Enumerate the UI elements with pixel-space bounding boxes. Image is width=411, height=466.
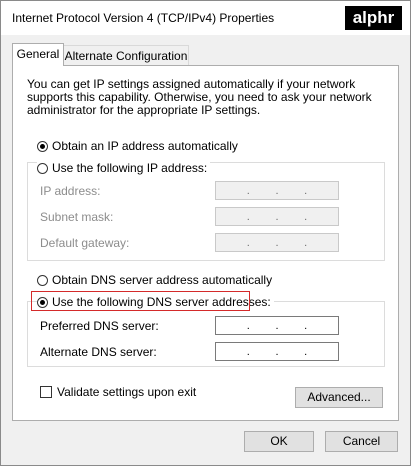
advanced-button[interactable]: Advanced... (295, 387, 383, 408)
radio-unselected-icon (37, 274, 48, 286)
validate-settings-checkbox[interactable]: Validate settings upon exit (40, 385, 196, 399)
ip-address-field: ... (215, 181, 339, 200)
ip-dot: . (246, 236, 250, 249)
subnet-mask-field: ... (215, 207, 339, 226)
alternate-dns-label: Alternate DNS server: (40, 345, 157, 359)
window-title: Internet Protocol Version 4 (TCP/IPv4) P… (12, 11, 275, 25)
radio-selected-icon (37, 140, 48, 152)
ip-address-label: IP address: (40, 184, 101, 198)
default-gateway-label: Default gateway: (40, 236, 130, 250)
ip-dot: . (275, 319, 279, 332)
description-text: You can get IP settings assigned automat… (27, 77, 372, 117)
ip-dot: . (304, 184, 308, 197)
ip-dot: . (304, 236, 308, 249)
ip-dot: . (304, 345, 308, 358)
ip-dot: . (246, 184, 250, 197)
ip-dot: . (304, 319, 308, 332)
radio-unselected-icon (37, 162, 48, 174)
cancel-button[interactable]: Cancel (325, 431, 398, 452)
title-bar[interactable]: Internet Protocol Version 4 (TCP/IPv4) P… (1, 1, 410, 35)
ip-dot: . (246, 210, 250, 223)
ip-dot: . (246, 319, 250, 332)
ip-dot: . (275, 210, 279, 223)
use-following-ip-radio[interactable]: Use the following IP address: (37, 161, 211, 175)
obtain-dns-auto-radio[interactable]: Obtain DNS server address automatically (37, 273, 272, 287)
default-gateway-field: ... (215, 233, 339, 252)
tab-alternate-configuration[interactable]: Alternate Configuration (63, 45, 189, 66)
obtain-ip-auto-label: Obtain an IP address automatically (52, 139, 238, 153)
ip-dot: . (275, 184, 279, 197)
ip-dot: . (304, 210, 308, 223)
tcp-ipv4-properties-dialog: Internet Protocol Version 4 (TCP/IPv4) P… (0, 0, 411, 466)
preferred-dns-field[interactable]: ... (215, 316, 339, 335)
use-following-ip-label: Use the following IP address: (52, 161, 208, 175)
subnet-mask-label: Subnet mask: (40, 210, 114, 224)
ip-dot: . (275, 345, 279, 358)
ip-dot: . (275, 236, 279, 249)
obtain-dns-auto-label: Obtain DNS server address automatically (52, 273, 273, 287)
checkbox-unchecked-icon (40, 386, 52, 398)
dns-option-highlight-box (31, 291, 250, 311)
obtain-ip-auto-radio[interactable]: Obtain an IP address automatically (37, 139, 238, 153)
general-tab-panel: You can get IP settings assigned automat… (12, 65, 399, 421)
preferred-dns-label: Preferred DNS server: (40, 319, 159, 333)
alphr-watermark-logo: alphr (345, 6, 402, 30)
ip-dot: . (246, 345, 250, 358)
alternate-dns-field[interactable]: ... (215, 342, 339, 361)
tab-general[interactable]: General (12, 43, 64, 66)
ok-button[interactable]: OK (244, 431, 314, 452)
validate-settings-label: Validate settings upon exit (57, 385, 197, 399)
